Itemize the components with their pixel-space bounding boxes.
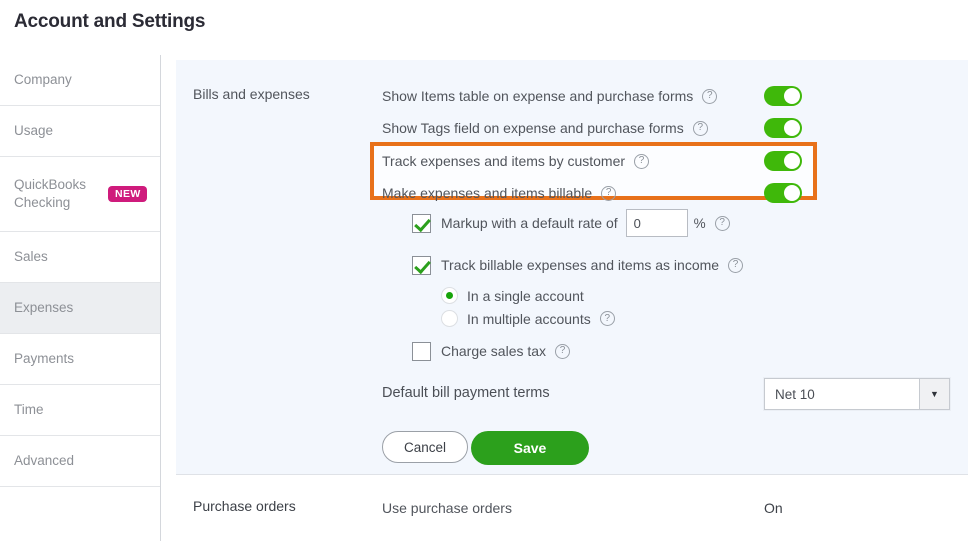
setting-row-track-billable-as-income: Track billable expenses and items as inc… (412, 254, 744, 276)
select-value: Net 10 (775, 386, 815, 402)
checkbox-track-billable-as-income[interactable] (412, 255, 431, 275)
setting-label: Make expenses and items billable (382, 185, 593, 201)
toggle-show-items-table[interactable] (764, 86, 802, 106)
sidebar-item-label: Advanced (14, 452, 75, 468)
setting-label: Track billable expenses and items as inc… (441, 257, 720, 273)
setting-row-track-expenses-by-customer: Track expenses and items by customer ? (382, 145, 650, 177)
radio-in-a-single-account[interactable] (441, 287, 458, 304)
toggle-make-expenses-billable[interactable] (764, 183, 802, 203)
settings-main: Bills and expenses Show Items table on e… (176, 60, 968, 541)
toggle-knob (784, 153, 800, 169)
toggle-track-expenses-by-customer[interactable] (764, 151, 802, 171)
setting-row-charge-sales-tax: Charge sales tax ? (412, 340, 571, 362)
section-label-purchase-orders: Purchase orders (193, 498, 296, 514)
chevron-down-icon[interactable]: ▼ (919, 379, 949, 409)
help-icon[interactable]: ? (634, 153, 650, 169)
purchase-orders-panel[interactable]: Purchase orders Use purchase orders On (176, 475, 968, 541)
help-icon[interactable]: ? (728, 257, 744, 273)
sidebar-item-payments[interactable]: Payments (0, 334, 160, 385)
sidebar-item-label: Time (14, 401, 44, 417)
sidebar-item-advanced[interactable]: Advanced (0, 436, 160, 487)
help-icon[interactable]: ? (714, 215, 730, 231)
setting-label: Show Items table on expense and purchase… (382, 88, 694, 104)
setting-label: Show Tags field on expense and purchase … (382, 120, 684, 136)
toggle-knob (784, 185, 800, 201)
percent-symbol: % (693, 215, 706, 231)
sidebar-item-time[interactable]: Time (0, 385, 160, 436)
select-default-bill-payment-terms[interactable]: Net 10 ▼ (764, 378, 950, 410)
help-icon[interactable]: ? (601, 185, 617, 201)
setting-label-use-purchase-orders: Use purchase orders (382, 500, 512, 516)
radio-in-multiple-accounts[interactable] (441, 310, 458, 327)
page-title: Account and Settings (14, 11, 206, 32)
bills-and-expenses-panel: Bills and expenses Show Items table on e… (176, 60, 968, 475)
sidebar-item-sales[interactable]: Sales (0, 232, 160, 283)
setting-label: Markup with a default rate of (441, 215, 618, 231)
setting-label: Charge sales tax (441, 343, 547, 359)
cancel-button[interactable]: Cancel (382, 431, 468, 463)
sidebar-item-quickbooks-checking[interactable]: QuickBooks Checking NEW (0, 157, 160, 232)
toggle-show-tags-field[interactable] (764, 118, 802, 138)
radio-label: In a single account (467, 287, 584, 304)
radio-row-single-account: In a single account (441, 285, 584, 306)
section-label-bills-and-expenses: Bills and expenses (193, 86, 310, 102)
radio-row-multiple-accounts: In multiple accounts ? (441, 308, 615, 329)
setting-row-show-tags-field: Show Tags field on expense and purchase … (382, 112, 708, 144)
help-icon[interactable]: ? (692, 120, 708, 136)
sidebar-item-usage[interactable]: Usage (0, 106, 160, 157)
save-button[interactable]: Save (471, 431, 589, 465)
toggle-knob (784, 88, 800, 104)
help-icon[interactable]: ? (702, 88, 718, 104)
setting-row-make-expenses-billable: Make expenses and items billable ? (382, 177, 617, 209)
sidebar-item-label: Company (14, 71, 72, 87)
sidebar-item-label: Sales (14, 248, 48, 264)
radio-label: In multiple accounts (467, 310, 591, 327)
sidebar-item-label: Expenses (14, 299, 74, 315)
sidebar-item-label: Payments (14, 350, 75, 366)
settings-sidebar: Company Usage QuickBooks Checking NEW Sa… (0, 55, 161, 541)
help-icon[interactable]: ? (555, 343, 571, 359)
setting-row-markup-default-rate: Markup with a default rate of % ? (412, 209, 730, 237)
checkbox-charge-sales-tax[interactable] (412, 341, 431, 361)
markup-rate-input[interactable] (625, 209, 688, 237)
help-icon[interactable]: ? (599, 311, 615, 326)
sidebar-item-company[interactable]: Company (0, 55, 160, 106)
checkbox-markup-default-rate[interactable] (412, 213, 431, 233)
sidebar-item-expenses[interactable]: Expenses (0, 283, 160, 334)
account-settings-page: Account and Settings Company Usage Quick… (0, 0, 968, 541)
toggle-knob (784, 120, 800, 136)
new-badge: NEW (108, 185, 147, 203)
sidebar-item-label: Usage (14, 122, 54, 138)
setting-row-show-items-table: Show Items table on expense and purchase… (382, 80, 718, 112)
setting-label: Track expenses and items by customer (382, 153, 626, 169)
status-value-use-purchase-orders: On (764, 500, 783, 516)
label-default-bill-payment-terms: Default bill payment terms (382, 385, 550, 401)
sidebar-item-label: QuickBooks Checking (14, 176, 87, 210)
